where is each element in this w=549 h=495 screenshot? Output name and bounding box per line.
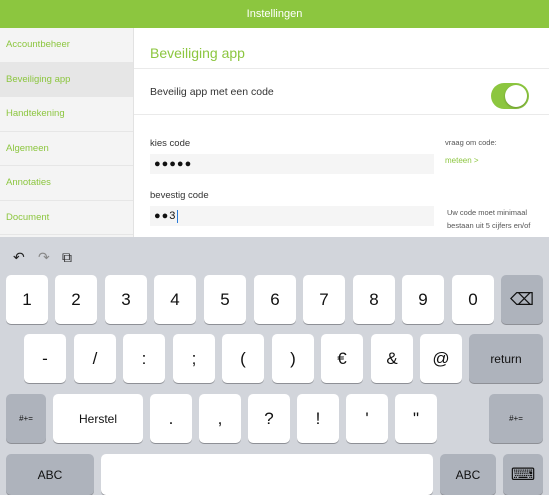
keyboard-hide-icon[interactable]: ⌨: [503, 454, 543, 495]
redo-icon[interactable]: ↷: [38, 249, 50, 266]
confirm-code-label: bevestig code: [150, 190, 209, 201]
sidebar-item-document[interactable]: Document: [0, 201, 133, 235]
key-apostrophe[interactable]: ': [346, 394, 388, 443]
choose-code-field[interactable]: ●●●●●: [150, 154, 434, 174]
key-slash[interactable]: /: [74, 334, 116, 383]
key-6[interactable]: 6: [254, 275, 296, 324]
sidebar-item-handtekening[interactable]: Handtekening: [0, 97, 133, 132]
key-semicolon[interactable]: ;: [173, 334, 215, 383]
key-close-paren[interactable]: ): [272, 334, 314, 383]
sidebar-item-label: Document: [6, 211, 50, 223]
code-hint-line2: bestaan uit 5 cijfers en/of: [447, 221, 531, 230]
key-question[interactable]: ?: [248, 394, 290, 443]
sidebar-item-label: Handtekening: [6, 108, 65, 120]
return-key[interactable]: return: [469, 334, 543, 383]
ask-code-label: vraag om code:: [445, 138, 497, 147]
key-comma[interactable]: ,: [199, 394, 241, 443]
confirm-code-value: ●●3: [154, 210, 177, 222]
secure-app-label: Beveilig app met een code: [150, 86, 274, 98]
key-3[interactable]: 3: [105, 275, 147, 324]
sidebar-item-label: Beveiliging app: [6, 73, 71, 85]
key-8[interactable]: 8: [353, 275, 395, 324]
page-title: Instellingen: [246, 8, 303, 20]
key-ampersand[interactable]: &: [371, 334, 413, 383]
undo-icon[interactable]: ↶: [13, 249, 25, 266]
key-2[interactable]: 2: [55, 275, 97, 324]
ask-code-link[interactable]: meteen >: [445, 156, 479, 165]
key-period[interactable]: .: [150, 394, 192, 443]
paste-icon[interactable]: ⧉: [62, 249, 72, 266]
code-hint-line1: Uw code moet minimaal: [447, 208, 528, 217]
choose-code-value: ●●●●●: [154, 158, 193, 170]
key-7[interactable]: 7: [303, 275, 345, 324]
settings-content: Beveiliging app Beveilig app met een cod…: [134, 28, 549, 237]
sidebar-item-label: Algemeen: [6, 142, 49, 154]
on-screen-keyboard: ↶ ↷ ⧉ 1 2 3 4 5 6 7 8 9 0 ⌫ - / : ; ( ) …: [0, 237, 549, 495]
space-key[interactable]: [101, 454, 433, 495]
key-open-paren[interactable]: (: [222, 334, 264, 383]
abc-key-right[interactable]: ABC: [440, 454, 496, 495]
sidebar-item-annotaties[interactable]: Annotaties: [0, 166, 133, 201]
herstel-key[interactable]: Herstel: [53, 394, 143, 443]
sidebar-item-label: Annotaties: [6, 177, 51, 189]
key-at[interactable]: @: [420, 334, 462, 383]
keyboard-toolbar: ↶ ↷ ⧉: [0, 237, 549, 275]
sidebar-item-beveiliging-app[interactable]: Beveiliging app: [0, 62, 133, 97]
key-5[interactable]: 5: [204, 275, 246, 324]
abc-key-left[interactable]: ABC: [6, 454, 94, 495]
sidebar-item-label: Accountbeheer: [6, 39, 70, 51]
key-9[interactable]: 9: [402, 275, 444, 324]
sidebar-item-accountbeheer[interactable]: Accountbeheer: [0, 28, 133, 63]
key-euro[interactable]: €: [321, 334, 363, 383]
sidebar: Accountbeheer Beveiliging app Handtekeni…: [0, 28, 134, 237]
secure-app-row: Beveilig app met een code: [134, 68, 549, 115]
section-title: Beveiliging app: [150, 45, 245, 61]
symbols-mode-key-left[interactable]: #+=: [6, 394, 46, 443]
key-0[interactable]: 0: [452, 275, 494, 324]
key-colon[interactable]: :: [123, 334, 165, 383]
key-4[interactable]: 4: [154, 275, 196, 324]
symbols-mode-key-right[interactable]: #+=: [489, 394, 543, 443]
key-1[interactable]: 1: [6, 275, 48, 324]
key-dash[interactable]: -: [24, 334, 66, 383]
title-bar: Instellingen: [0, 0, 549, 28]
key-quote[interactable]: ": [395, 394, 437, 443]
text-cursor: [177, 209, 179, 223]
key-exclamation[interactable]: !: [297, 394, 339, 443]
confirm-code-field[interactable]: ●●3: [150, 206, 434, 226]
secure-app-toggle[interactable]: [491, 83, 529, 109]
sidebar-item-algemeen[interactable]: Algemeen: [0, 132, 133, 166]
delete-key[interactable]: ⌫: [501, 275, 543, 324]
toggle-knob: [505, 85, 527, 107]
choose-code-label: kies code: [150, 138, 191, 149]
